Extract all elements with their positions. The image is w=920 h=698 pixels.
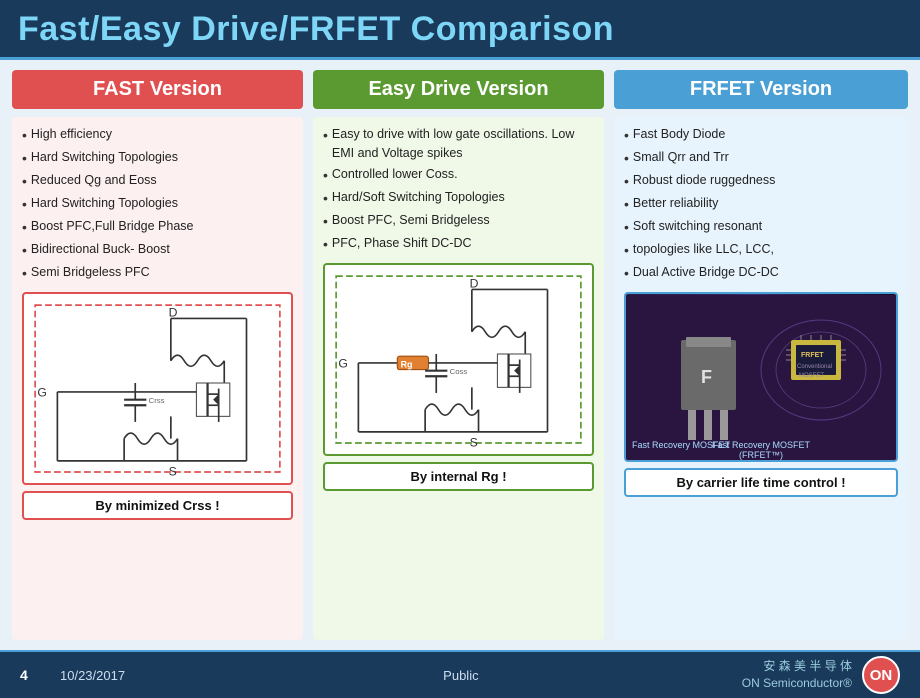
- frfet-column: FRFET Version Fast Body Diode Small Qrr …: [614, 70, 908, 640]
- frfet-body: Fast Body Diode Small Qrr and Trr Robust…: [614, 117, 908, 640]
- easy-bullets: Easy to drive with low gate oscillations…: [323, 125, 594, 257]
- svg-text:S: S: [470, 435, 478, 449]
- svg-text:D: D: [169, 305, 178, 319]
- footer-classification: Public: [180, 668, 742, 683]
- brand-line2: ON Semiconductor®: [742, 675, 852, 692]
- svg-text:(FRFET™): (FRFET™): [739, 450, 783, 460]
- frfet-bullet-5: Soft switching resonant: [624, 217, 898, 238]
- easy-column: Easy Drive Version Easy to drive with lo…: [313, 70, 604, 640]
- svg-text:FRFET: FRFET: [801, 352, 824, 359]
- svg-text:Coss: Coss: [450, 367, 468, 376]
- footer: 4 10/23/2017 Public 安 森 美 半 导 体 ON Semic…: [0, 650, 920, 698]
- svg-text:Conventional: Conventional: [797, 364, 832, 370]
- fast-bullet-4: Hard Switching Topologies: [22, 194, 293, 215]
- brand-line1: 安 森 美 半 导 体: [742, 658, 852, 675]
- page-title: Fast/Easy Drive/FRFET Comparison: [18, 10, 902, 49]
- svg-text:G: G: [338, 356, 348, 370]
- on-semiconductor-logo: ON: [862, 656, 900, 694]
- easy-bullet-1: Easy to drive with low gate oscillations…: [323, 125, 594, 163]
- header: Fast/Easy Drive/FRFET Comparison: [0, 0, 920, 60]
- frfet-image: F FRFET Conventional MOSFET: [626, 294, 896, 460]
- svg-text:G: G: [37, 385, 47, 399]
- frfet-bullet-4: Better reliability: [624, 194, 898, 215]
- easy-header: Easy Drive Version: [313, 70, 604, 109]
- frfet-bullet-3: Robust diode ruggedness: [624, 171, 898, 192]
- frfet-bullet-6: topologies like LLC, LCC,: [624, 240, 898, 261]
- fast-caption: By minimized Crss !: [22, 491, 293, 520]
- main-content: FAST Version High efficiency Hard Switch…: [0, 60, 920, 650]
- fast-circuit-svg: D S G: [24, 294, 291, 483]
- fast-bullet-5: Boost PFC,Full Bridge Phase: [22, 217, 293, 238]
- easy-body: Easy to drive with low gate oscillations…: [313, 117, 604, 640]
- easy-bullet-5: PFC, Phase Shift DC-DC: [323, 234, 594, 255]
- svg-text:Fast Recovery MOSFET: Fast Recovery MOSFET: [712, 440, 811, 450]
- page-number: 4: [20, 667, 60, 683]
- easy-bullet-2: Controlled lower Coss.: [323, 165, 594, 186]
- svg-text:Rg: Rg: [401, 359, 413, 369]
- brand-text: 安 森 美 半 导 体 ON Semiconductor®: [742, 658, 852, 692]
- svg-text:D: D: [470, 276, 479, 290]
- fast-header: FAST Version: [12, 70, 303, 109]
- svg-text:Crss: Crss: [149, 396, 165, 405]
- frfet-image-svg: F FRFET Conventional MOSFET: [626, 295, 896, 460]
- frfet-caption: By carrier life time control !: [624, 468, 898, 497]
- frfet-bullet-2: Small Qrr and Trr: [624, 148, 898, 169]
- fast-bullet-3: Reduced Qg and Eoss: [22, 171, 293, 192]
- svg-text:MOSFET: MOSFET: [799, 373, 824, 379]
- svg-text:F: F: [701, 367, 712, 387]
- fast-column: FAST Version High efficiency Hard Switch…: [12, 70, 303, 640]
- frfet-bullet-1: Fast Body Diode: [624, 125, 898, 146]
- fast-bullet-2: Hard Switching Topologies: [22, 148, 293, 169]
- fast-bullet-1: High efficiency: [22, 125, 293, 146]
- footer-date: 10/23/2017: [60, 668, 180, 683]
- easy-diagram: D S G: [323, 263, 594, 456]
- fast-bullet-6: Bidirectional Buck- Boost: [22, 240, 293, 261]
- frfet-header: FRFET Version: [614, 70, 908, 109]
- fast-bullet-7: Semi Bridgeless PFC: [22, 263, 293, 284]
- fast-diagram: D S G: [22, 292, 293, 485]
- easy-circuit-svg: D S G: [325, 265, 592, 454]
- fast-bullets: High efficiency Hard Switching Topologie…: [22, 125, 293, 286]
- easy-caption: By internal Rg !: [323, 462, 594, 491]
- easy-bullet-4: Boost PFC, Semi Bridgeless: [323, 211, 594, 232]
- svg-text:S: S: [169, 464, 177, 478]
- frfet-diagram: F FRFET Conventional MOSFET: [624, 292, 898, 462]
- easy-bullet-3: Hard/Soft Switching Topologies: [323, 188, 594, 209]
- fast-body: High efficiency Hard Switching Topologie…: [12, 117, 303, 640]
- frfet-bullets: Fast Body Diode Small Qrr and Trr Robust…: [624, 125, 898, 286]
- footer-brand: 安 森 美 半 导 体 ON Semiconductor® ON: [742, 656, 900, 694]
- frfet-bullet-7: Dual Active Bridge DC-DC: [624, 263, 898, 284]
